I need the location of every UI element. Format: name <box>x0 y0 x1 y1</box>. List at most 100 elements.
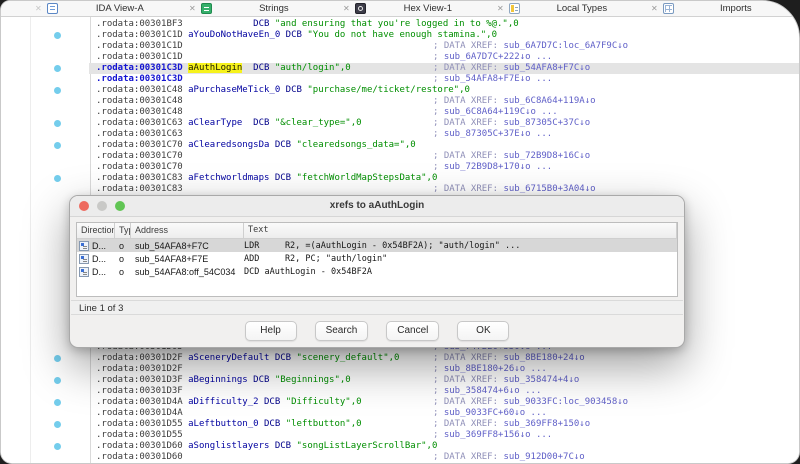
string-literal: "You do not have enough stamina.",0 <box>307 30 497 40</box>
search-button[interactable]: Search <box>315 321 369 341</box>
listing-line[interactable]: .rodata:00301D2F; sub_8BE180+26↓o ... <box>96 364 799 375</box>
string-literal: "scenery_default",0 <box>297 353 400 363</box>
cancel-button[interactable]: Cancel <box>386 321 439 341</box>
string-marker-dot <box>54 142 61 149</box>
xref-text-cell: DCD aAuthLogin - 0x54BF2A <box>244 267 677 277</box>
listing-line[interactable]: .rodata:00301C70; DATA XREF: sub_72B9D8+… <box>96 151 799 162</box>
help-button[interactable]: Help <box>245 321 297 341</box>
listing-address: .rodata:00301D60 <box>96 441 183 451</box>
directive-keyword: DCB <box>286 85 302 95</box>
xref-item-icon <box>79 267 89 277</box>
listing-line[interactable]: .rodata:00301C70; sub_72B9D8+170↓o ... <box>96 162 799 173</box>
listing-line[interactable]: .rodata:00301D2F aSceneryDefault DCB "sc… <box>96 353 799 364</box>
listing-line[interactable]: .rodata:00301C48; DATA XREF: sub_6C8A64+… <box>96 96 799 107</box>
tab-hex-view-1[interactable]: ✕ Hex View-1 <box>337 1 491 16</box>
comment-xref-target: sub_8BE180+26↓o ... <box>444 364 547 374</box>
xref-comment: ; DATA XREF: sub_358474+4↓o <box>433 375 579 386</box>
comment-prefix: ; DATA XREF: <box>433 118 503 128</box>
column-header-direction[interactable]: Direction <box>77 223 115 238</box>
comment-prefix: ; DATA XREF: <box>433 375 503 385</box>
listing-line[interactable]: .rodata:00301C83 aFetchworldmaps DCB "fe… <box>96 173 799 184</box>
listing-line[interactable]: .rodata:00301C70 aClearedsongsDa DCB "cl… <box>96 140 799 151</box>
listing-line[interactable]: .rodata:00301D60 aSonglistlayers DCB "so… <box>96 441 799 452</box>
comment-prefix: ; DATA XREF: <box>433 397 503 407</box>
string-literal: "fetchWorldMapStepsData",0 <box>297 173 438 183</box>
comment-xref-target: sub_358474+6↓o ... <box>444 386 542 396</box>
comment-xref-target: sub_54AFA8+F7E↓o ... <box>444 74 552 84</box>
comment-prefix: ; DATA XREF: <box>433 184 503 194</box>
xref-table-body: D...osub_54AFA8+F7CLDR R2, =(aAuthLogin … <box>77 239 677 278</box>
listing-address: .rodata:00301C1D <box>96 41 183 51</box>
listing-line[interactable]: .rodata:00301D60; DATA XREF: sub_912D00+… <box>96 452 799 463</box>
directive-keyword: DCB <box>253 118 269 128</box>
xref-comment: ; DATA XREF: sub_369FF8+150↓o <box>433 419 590 430</box>
tab-imports[interactable]: ✕ Imports <box>645 1 799 16</box>
column-header-address[interactable]: Address <box>131 223 244 238</box>
comment-xref-target: sub_72B9D8+170↓o ... <box>444 162 552 172</box>
listing-line[interactable]: .rodata:00301C83; DATA XREF: sub_6715B0+… <box>96 184 799 195</box>
listing-address: .rodata:00301C1D <box>96 30 183 40</box>
string-name: aPurchaseMeTick_0 <box>188 85 280 95</box>
listing-line[interactable]: .rodata:00301C63 aClearType DCB "&clear_… <box>96 118 799 129</box>
listing-line[interactable]: .rodata:00301D4A; sub_9033FC+60↓o ... <box>96 408 799 419</box>
dialog-titlebar[interactable]: xrefs to aAuthLogin <box>70 196 684 217</box>
tab-close-icon[interactable]: ✕ <box>497 1 504 17</box>
listing-line[interactable]: .rodata:00301C48 aPurchaseMeTick_0 DCB "… <box>96 85 799 96</box>
comment-prefix: ; <box>433 364 444 374</box>
listing-line[interactable]: .rodata:00301D55; sub_369FF8+156↓o ... <box>96 430 799 441</box>
listing-address: .rodata:00301C70 <box>96 140 183 150</box>
xref-type-cell: o <box>115 254 131 264</box>
comment-prefix: ; DATA XREF: <box>433 63 503 73</box>
xref-row[interactable]: D...osub_54AFA8+F7EADD R2, PC; "auth/log… <box>77 252 677 265</box>
listing-address: .rodata:00301C3D <box>96 74 183 84</box>
xref-comment: ; DATA XREF: sub_54AFA8+F7C↓o <box>433 63 590 74</box>
listing-line[interactable]: .rodata:00301C3D aAuthLogin DCB "auth/lo… <box>96 63 799 74</box>
tab-label: Imports <box>679 3 793 14</box>
string-marker-dot <box>54 65 61 72</box>
ida-window: ✕IDA View-A✕Strings✕Hex View-1✕Local Typ… <box>0 0 800 464</box>
dialog-title: xrefs to aAuthLogin <box>70 196 684 216</box>
listing-line[interactable]: .rodata:00301D3F; sub_358474+6↓o ... <box>96 386 799 397</box>
tab-label: Hex View-1 <box>371 3 485 14</box>
comment-xref-target: sub_87305C+37E↓o ... <box>444 129 552 139</box>
listing-line[interactable]: .rodata:00301C1D ; DATA XREF: sub_6A7D7C:… <box>96 41 799 52</box>
xref-count-status: Line 1 of 3 <box>79 303 123 314</box>
tab-close-icon[interactable]: ✕ <box>343 1 350 17</box>
tab-close-icon[interactable]: ✕ <box>651 1 658 17</box>
listing-address: .rodata:00301D3F <box>96 386 183 396</box>
xref-row[interactable]: D...osub_54AFA8:off_54C034DCD aAuthLogin… <box>77 265 677 278</box>
comment-xref-target: sub_8BE180+24↓o <box>503 353 584 363</box>
xref-address-cell: sub_54AFA8+F7C <box>131 241 244 251</box>
tab-close-icon[interactable]: ✕ <box>189 1 196 17</box>
comment-xref-target: sub_6A7D7C+222↓o ... <box>444 52 552 62</box>
listing-line[interactable]: .rodata:00301C48; sub_6C8A64+119C↓o ... <box>96 107 799 118</box>
xref-row[interactable]: D...osub_54AFA8+F7CLDR R2, =(aAuthLogin … <box>77 239 677 252</box>
listing-line[interactable]: .rodata:00301C1D; sub_6A7D7C+222↓o ... <box>96 52 799 63</box>
listing-line[interactable]: .rodata:00301D4A aDifficulty_2 DCB "Diff… <box>96 397 799 408</box>
xref-comment: ; DATA XREF: sub_9033FC:loc_903458↓o <box>433 397 628 408</box>
listing-line[interactable]: .rodata:00301C1D aYouDoNotHaveEn_0 DCB "… <box>96 30 799 41</box>
listing-block-bottom: .rodata:00301D05; sub_747BB0+550↓o ....r… <box>96 342 799 464</box>
tab-ida-view-a[interactable]: ✕IDA View-A <box>29 1 183 16</box>
comment-xref-target: sub_9033FC+60↓o ... <box>444 408 547 418</box>
tab-close-icon[interactable]: ✕ <box>35 1 42 17</box>
xref-comment: ; sub_8BE180+26↓o ... <box>433 364 547 375</box>
column-header-typ[interactable]: Typ <box>115 223 131 238</box>
hex-view-icon <box>355 3 366 14</box>
comment-prefix: ; <box>433 430 444 440</box>
listing-line[interactable]: .rodata:00301C3D; sub_54AFA8+F7E↓o ... <box>96 74 799 85</box>
xref-direction-label: D... <box>92 241 106 251</box>
listing-line[interactable]: .rodata:00301C63; sub_87305C+37E↓o ... <box>96 129 799 140</box>
listing-line[interactable]: .rodata:00301BF3 DCB "and ensuring that … <box>96 19 799 30</box>
directive-keyword: DCB <box>275 140 291 150</box>
tab-local-types[interactable]: ✕Local Types <box>491 1 645 16</box>
listing-address: .rodata:00301C70 <box>96 162 183 172</box>
listing-line[interactable]: .rodata:00301D3F aBeginnings DCB "Beginn… <box>96 375 799 386</box>
column-header-text[interactable]: Text <box>244 223 677 238</box>
listing-address: .rodata:00301C48 <box>96 96 183 106</box>
xref-comment: ; DATA XREF: sub_6A7D7C:loc_6A7F9C↓o <box>433 41 628 52</box>
tab-strings[interactable]: ✕Strings <box>183 1 337 16</box>
listing-address: .rodata:00301D2F <box>96 364 183 374</box>
listing-line[interactable]: .rodata:00301D55 aLeftbutton_0 DCB "left… <box>96 419 799 430</box>
ok-button[interactable]: OK <box>457 321 509 341</box>
